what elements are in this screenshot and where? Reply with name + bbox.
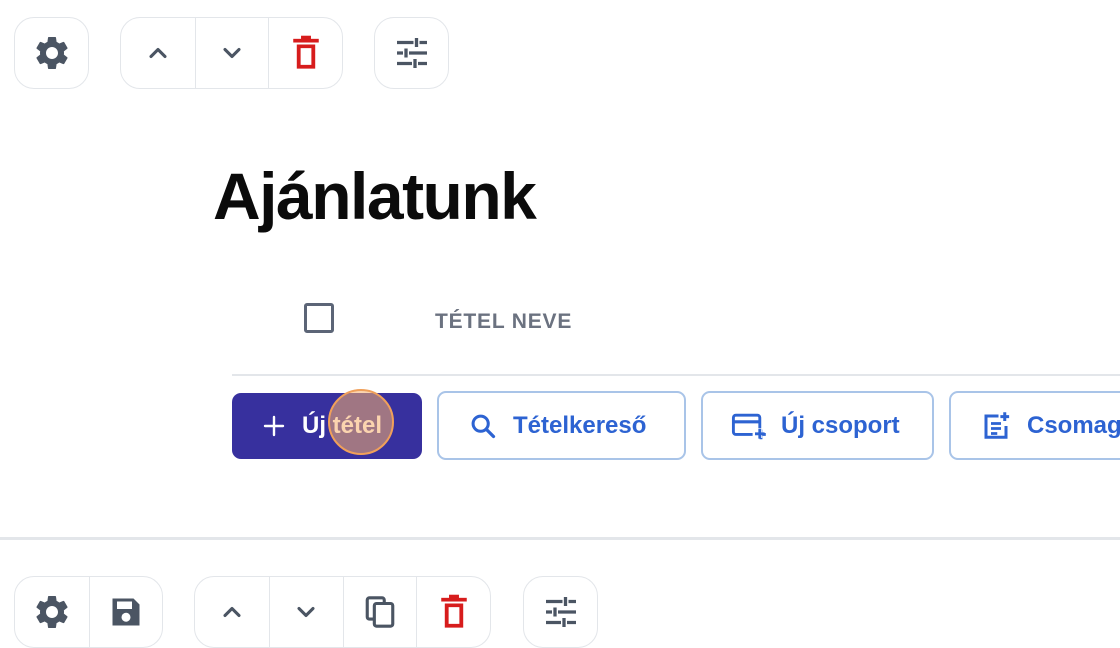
note-add-icon [981,411,1011,441]
table-divider [232,374,1120,376]
column-header-item-name: TÉTEL NEVE [435,310,573,333]
adjust-group [374,17,449,89]
settings-group [14,17,89,89]
settings-save-group [14,576,163,648]
item-search-button[interactable]: Tételkereső [437,391,686,460]
gear-icon [36,596,68,628]
new-group-label: Új csoport [781,411,900,439]
adjust-button[interactable] [375,18,448,88]
chevron-down-icon [297,606,315,618]
delete-button[interactable] [416,577,490,647]
trash-icon [440,594,467,628]
package-label: Csomag [1027,411,1120,439]
new-group-button[interactable]: Új csoport [701,391,934,460]
delete-button[interactable] [268,18,342,88]
package-button[interactable]: Csomag [949,391,1120,460]
gear-icon [35,36,68,69]
order-copy-group [194,576,491,648]
move-up-button[interactable] [195,577,269,647]
select-all-checkbox[interactable] [304,303,334,333]
move-up-button[interactable] [121,18,195,88]
sliders-icon [396,38,427,68]
section-divider [0,537,1120,540]
search-icon [469,412,497,440]
plus-icon [262,414,286,438]
move-down-button[interactable] [194,18,269,88]
copy-button[interactable] [342,577,417,647]
add-card-icon [731,411,767,441]
chevron-up-icon [223,606,241,618]
new-item-button[interactable]: Új tétel [232,393,422,459]
move-down-button[interactable] [268,577,343,647]
adjust-group [523,576,598,648]
chevron-up-icon [149,47,167,59]
chevron-down-icon [223,47,241,59]
adjust-button[interactable] [524,577,597,647]
settings-button[interactable] [15,577,89,647]
save-button[interactable] [88,577,163,647]
new-item-label: Új tétel [302,412,383,439]
item-search-label: Tételkereső [513,411,647,439]
order-group [120,17,343,89]
page-title: Ajánlatunk [213,159,537,233]
settings-button[interactable] [15,18,88,88]
trash-icon [292,35,319,69]
